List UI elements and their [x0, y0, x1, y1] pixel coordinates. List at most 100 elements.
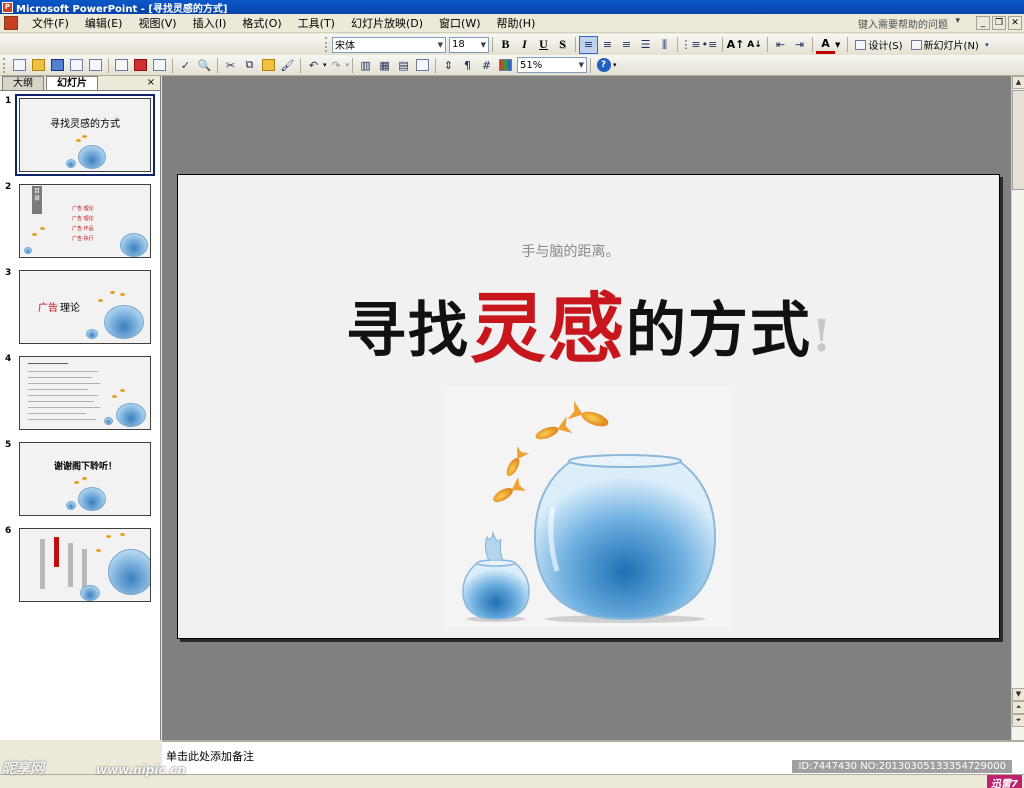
design-button[interactable]: 设计(S) — [851, 37, 906, 52]
underline-button[interactable]: U — [534, 36, 553, 54]
notes-pane[interactable]: 单击此处添加备注 ID:7447430 NO:20130305133354729… — [162, 740, 1024, 774]
document-icon[interactable] — [4, 16, 18, 30]
align-right-icon[interactable]: ≡ — [617, 36, 636, 54]
scrollbar-thumb[interactable] — [1012, 90, 1024, 190]
print-icon[interactable] — [112, 56, 131, 74]
show-formatting-icon[interactable]: ¶ — [458, 56, 477, 74]
column-icon[interactable]: ⫼ — [655, 36, 674, 54]
grid-icon[interactable]: # — [477, 56, 496, 74]
paste-icon[interactable] — [259, 56, 278, 74]
menu-view[interactable]: 视图(V) — [130, 15, 184, 31]
italic-button[interactable]: I — [515, 36, 534, 54]
redo-dropdown-icon[interactable]: ▾ — [346, 61, 350, 69]
font-color-dropdown-icon[interactable]: ▼ — [835, 41, 840, 49]
permission-icon[interactable] — [67, 56, 86, 74]
slide-thumbnail[interactable]: 谢谢阁下聆听！ — [19, 442, 151, 516]
menu-edit[interactable]: 编辑(E) — [77, 15, 131, 31]
slide-thumbnail[interactable]: 寻找灵感的方式 — [15, 94, 155, 176]
justify-icon[interactable]: ☰ — [636, 36, 655, 54]
decrease-font-icon[interactable]: A↓ — [745, 36, 764, 54]
new-icon[interactable] — [10, 56, 29, 74]
toolbar-options-icon[interactable]: ▾ — [983, 36, 991, 54]
notes-placeholder[interactable]: 单击此处添加备注 — [166, 748, 254, 764]
open-icon[interactable] — [29, 56, 48, 74]
menu-window[interactable]: 窗口(W) — [431, 15, 488, 31]
slide-thumbnail-row[interactable]: 1 寻找灵感的方式 — [0, 94, 161, 176]
title-part-2: 的方式 — [625, 296, 812, 366]
cut-icon[interactable]: ✂ — [221, 56, 240, 74]
slide-thumbnail-row[interactable]: 6 — [0, 526, 161, 606]
bullets-icon[interactable]: •≡ — [700, 36, 719, 54]
slide-thumbnail-row[interactable]: 2 目录 广告·理论 广告·理论 广告·作品 广告·执行 — [0, 182, 161, 262]
font-name-combo[interactable]: 宋体 ▼ — [332, 36, 446, 53]
help-icon[interactable]: ? — [594, 56, 613, 74]
menu-format[interactable]: 格式(O) — [234, 15, 289, 31]
toc-item: 广告·理论 — [72, 216, 94, 222]
next-slide-icon[interactable]: ⏷ — [1012, 714, 1024, 727]
slide-thumbnail[interactable] — [19, 356, 151, 430]
format-painter-icon[interactable]: 🖌 — [278, 56, 297, 74]
slide-thumbnail[interactable] — [19, 528, 151, 602]
numbering-icon[interactable]: ⋮≡ — [680, 36, 700, 54]
tables-borders-icon[interactable]: ▤ — [394, 56, 413, 74]
zoom-combo[interactable]: 51% ▼ — [517, 57, 588, 73]
color-grayscale-icon[interactable] — [496, 56, 515, 74]
print-preview-icon[interactable] — [150, 56, 169, 74]
increase-font-icon[interactable]: A↑ — [726, 36, 745, 54]
current-slide[interactable]: 手与脑的距离。 寻找灵感的方式! — [177, 174, 1000, 639]
insert-hyperlink-icon[interactable] — [413, 56, 432, 74]
app-icon[interactable]: P — [2, 1, 13, 13]
close-icon[interactable]: × — [147, 77, 155, 88]
doc-close-button[interactable]: ✕ — [1008, 16, 1022, 30]
toolbar-options-icon[interactable]: ▾ — [613, 61, 617, 69]
menu-tools[interactable]: 工具(T) — [290, 15, 343, 31]
vertical-scrollbar[interactable]: ▲ ▼ ⏶ ⏷ — [1011, 76, 1024, 740]
font-color-icon[interactable]: A — [816, 36, 835, 54]
scroll-down-icon[interactable]: ▼ — [1012, 688, 1024, 701]
undo-icon[interactable]: ↶ — [304, 56, 323, 74]
menu-file[interactable]: 文件(F) — [24, 15, 77, 31]
toolbar-grip[interactable] — [325, 37, 329, 52]
insert-table-icon[interactable]: ▦ — [375, 56, 394, 74]
menu-insert[interactable]: 插入(I) — [185, 15, 235, 31]
font-size-combo[interactable]: 18 ▼ — [449, 36, 489, 53]
goldfish-image — [112, 395, 117, 398]
toolbar-grip[interactable] — [3, 57, 7, 73]
text-line — [28, 407, 100, 408]
doc-minimize-button[interactable]: _ — [976, 16, 990, 30]
previous-slide-icon[interactable]: ⏶ — [1012, 701, 1024, 714]
slide-thumbnail-row[interactable]: 5 谢谢阁下聆听！ — [0, 440, 161, 520]
slide-subtitle[interactable]: 手与脑的距离。 — [178, 241, 1001, 261]
align-left-icon[interactable]: ≡ — [579, 35, 598, 54]
increase-indent-icon[interactable]: ⇥ — [790, 36, 809, 54]
insert-chart-icon[interactable]: ▥ — [356, 56, 375, 74]
doc-restore-button[interactable]: ❐ — [992, 16, 1006, 30]
spelling-icon[interactable]: ✓ — [176, 56, 195, 74]
bold-button[interactable]: B — [496, 36, 515, 54]
shadow-button[interactable]: S — [553, 36, 572, 54]
slide-thumbnail-row[interactable]: 4 — [0, 354, 161, 434]
email-icon[interactable] — [86, 56, 105, 74]
align-center-icon[interactable]: ≡ — [598, 36, 617, 54]
expand-icon[interactable]: ⇕ — [439, 56, 458, 74]
copy-icon[interactable]: ⧉ — [240, 56, 259, 74]
menu-help[interactable]: 帮助(H) — [489, 15, 544, 31]
tab-outline[interactable]: 大纲 — [2, 76, 44, 90]
tab-slides[interactable]: 幻灯片 — [46, 76, 98, 90]
research-icon[interactable]: 🔍 — [195, 56, 214, 74]
menu-slideshow[interactable]: 幻灯片放映(D) — [343, 15, 431, 31]
help-search-input[interactable]: 键入需要帮助的问题 — [858, 16, 948, 31]
slide-thumbnail[interactable]: 广告 理论 — [19, 270, 151, 344]
pdf-icon[interactable] — [131, 56, 150, 74]
goldfish-image — [120, 389, 125, 392]
slide-thumbnail[interactable]: 目录 广告·理论 广告·理论 广告·作品 广告·执行 — [19, 184, 151, 258]
scroll-up-icon[interactable]: ▲ — [1012, 76, 1024, 89]
save-icon[interactable] — [48, 56, 67, 74]
slide-thumbnail-row[interactable]: 3 广告 理论 — [0, 268, 161, 348]
new-slide-button[interactable]: 新幻灯片(N) — [907, 37, 983, 52]
help-dropdown-icon[interactable]: ▾ — [955, 16, 960, 26]
decrease-indent-icon[interactable]: ⇤ — [771, 36, 790, 54]
redo-icon[interactable]: ↷ — [327, 56, 346, 74]
slide-title[interactable]: 寻找灵感的方式! — [178, 267, 1001, 377]
fishbowl-illustration[interactable] — [443, 387, 733, 627]
